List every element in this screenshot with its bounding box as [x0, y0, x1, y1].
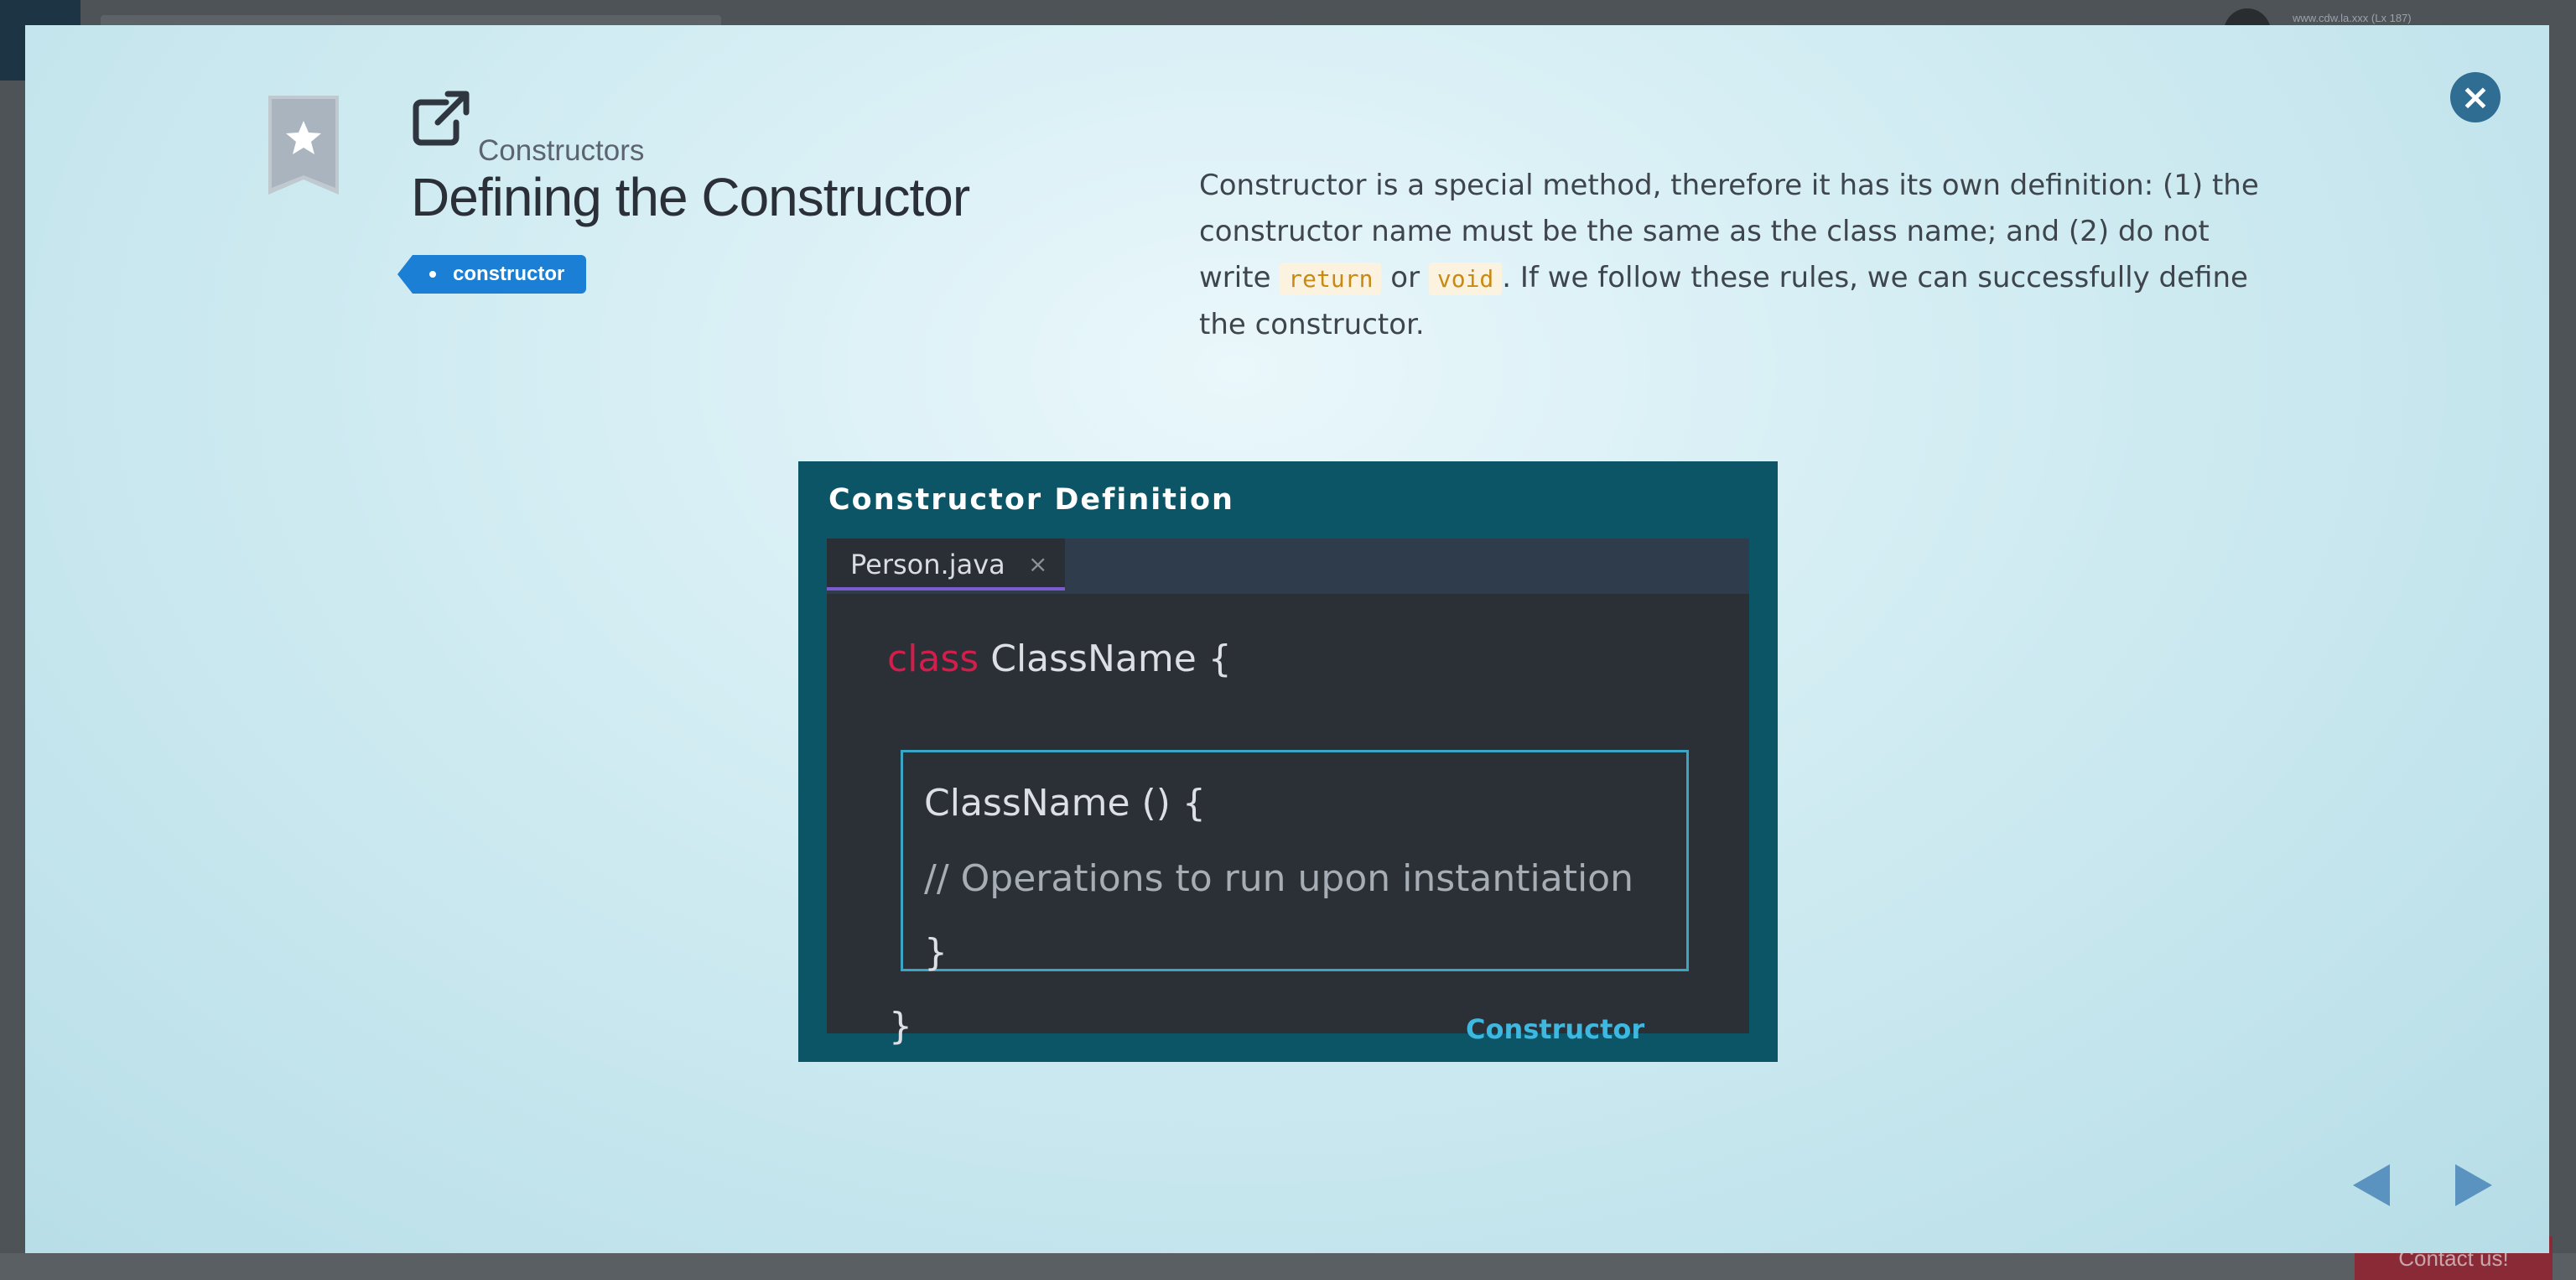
external-link-icon[interactable]: [413, 91, 471, 146]
diagram-title: Constructor Definition: [828, 483, 1234, 517]
code-line: ClassName () {: [924, 782, 1206, 825]
editor-tab-bar: Person.java ×: [827, 539, 1749, 594]
arrow-right-icon[interactable]: [2454, 1163, 2494, 1208]
code-return: return: [1280, 263, 1382, 295]
tab-close-icon: ×: [1028, 550, 1048, 578]
description-text: or: [1381, 261, 1429, 294]
lesson-description: Constructor is a special method, therefo…: [1199, 163, 2264, 348]
constructor-label: Constructor: [1466, 1013, 1645, 1045]
background-scrollbar: [0, 1253, 2576, 1280]
breadcrumb[interactable]: Constructors: [478, 134, 644, 168]
code-editor: Person.java × class ClassName { ClassNam…: [827, 539, 1749, 1048]
file-tab: Person.java ×: [827, 539, 1065, 591]
file-tab-label: Person.java: [850, 549, 1005, 580]
constructor-diagram: Constructor Definition Person.java × cla…: [798, 461, 1778, 1062]
code-void: void: [1428, 263, 1503, 295]
close-button[interactable]: ×: [2450, 72, 2501, 122]
bookmark-star-icon[interactable]: [267, 96, 340, 196]
close-icon: ×: [2460, 76, 2490, 117]
keyword-class: class: [887, 637, 979, 680]
code-comment: // Operations to run upon instantiation: [924, 857, 1633, 900]
page-title: Defining the Constructor: [411, 167, 970, 227]
background-url-text: www.cdw.la.xxx (Lx 187): [2293, 12, 2412, 24]
arrow-left-icon[interactable]: [2351, 1163, 2392, 1208]
code-text: ClassName {: [979, 637, 1232, 680]
code-line: class ClassName {: [887, 637, 1232, 680]
code-line: }: [889, 1005, 912, 1048]
tag-badge[interactable]: constructor: [397, 255, 587, 294]
code-line: }: [924, 931, 948, 974]
lesson-modal: × Constructors Defining the Constructor …: [25, 25, 2549, 1253]
